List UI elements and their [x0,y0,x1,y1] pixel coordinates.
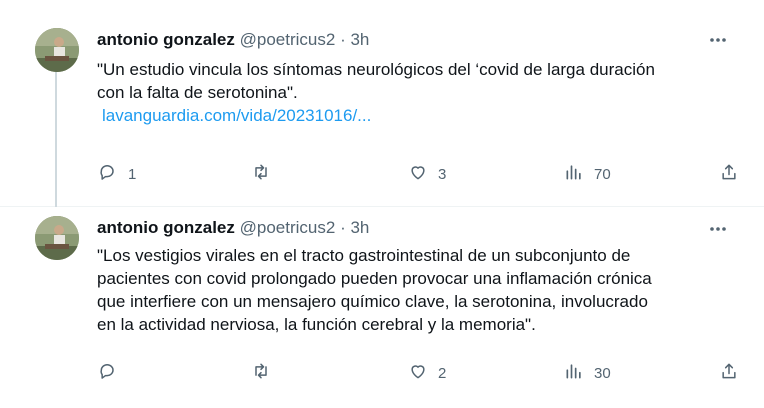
tweet-header: antonio gonzalez @poetricus2 · 3h [97,218,369,238]
tweet-text-line: con la falta de serotonina". [97,83,298,102]
reply-button[interactable]: 1 [98,162,136,186]
views-count: 30 [594,364,611,382]
reply-icon [98,162,118,186]
avatar[interactable] [35,28,79,72]
timestamp[interactable]: 3h [350,218,369,237]
like-count: 3 [438,165,447,183]
views-count: 70 [594,165,611,183]
views-chart-icon [564,162,584,186]
heart-icon [408,361,428,385]
author-name[interactable]: antonio gonzalez [97,218,235,237]
share-icon [719,162,739,186]
views-chart-icon [564,361,584,385]
article-link[interactable]: lavanguardia.com/vida/20231016/... [102,104,737,127]
repost-button[interactable] [251,361,281,385]
separator-dot: · [340,30,346,49]
author-handle[interactable]: @poetricus2 [240,218,336,237]
like-button[interactable]: 3 [408,162,446,186]
timestamp[interactable]: 3h [350,30,369,49]
tweet-text: "Un estudio vincula los síntomas neuroló… [97,58,737,127]
more-icon[interactable] [708,30,728,50]
reply-count: 1 [128,165,137,183]
tweet[interactable]: antonio gonzalez @poetricus2 · 3h "Los v… [0,207,764,408]
like-count: 2 [438,364,447,382]
tweet-text-line: que interfiere con un mensajero químico … [97,292,648,311]
tweet-text: "Los vestigios virales en el tracto gast… [97,244,737,336]
tweet[interactable]: antonio gonzalez @poetricus2 · 3h "Un es… [0,0,764,207]
heart-icon [408,162,428,186]
repost-icon [251,162,271,186]
views-button[interactable]: 70 [564,162,611,186]
tweet-actions: 2 30 [0,361,764,385]
thread-connector-line [55,70,57,207]
tweet-header: antonio gonzalez @poetricus2 · 3h [97,30,369,50]
more-icon[interactable] [708,219,728,239]
views-button[interactable]: 30 [564,361,611,385]
share-button[interactable] [719,361,739,385]
reply-icon [98,361,118,385]
like-button[interactable]: 2 [408,361,446,385]
avatar[interactable] [35,216,79,260]
tweet-text-line: "Los vestigios virales en el tracto gast… [97,246,631,265]
repost-icon [251,361,271,385]
repost-button[interactable] [251,162,281,186]
author-name[interactable]: antonio gonzalez [97,30,235,49]
separator-dot: · [340,218,346,237]
share-icon [719,361,739,385]
tweet-text-line: "Un estudio vincula los síntomas neuroló… [97,60,655,79]
tweet-text-line: pacientes con covid prolongado pueden pr… [97,269,652,288]
share-button[interactable] [719,162,739,186]
tweet-text-line: en la actividad nerviosa, la función cer… [97,315,536,334]
author-handle[interactable]: @poetricus2 [240,30,336,49]
reply-button[interactable] [98,361,128,385]
tweet-actions: 1 3 70 [0,162,764,186]
